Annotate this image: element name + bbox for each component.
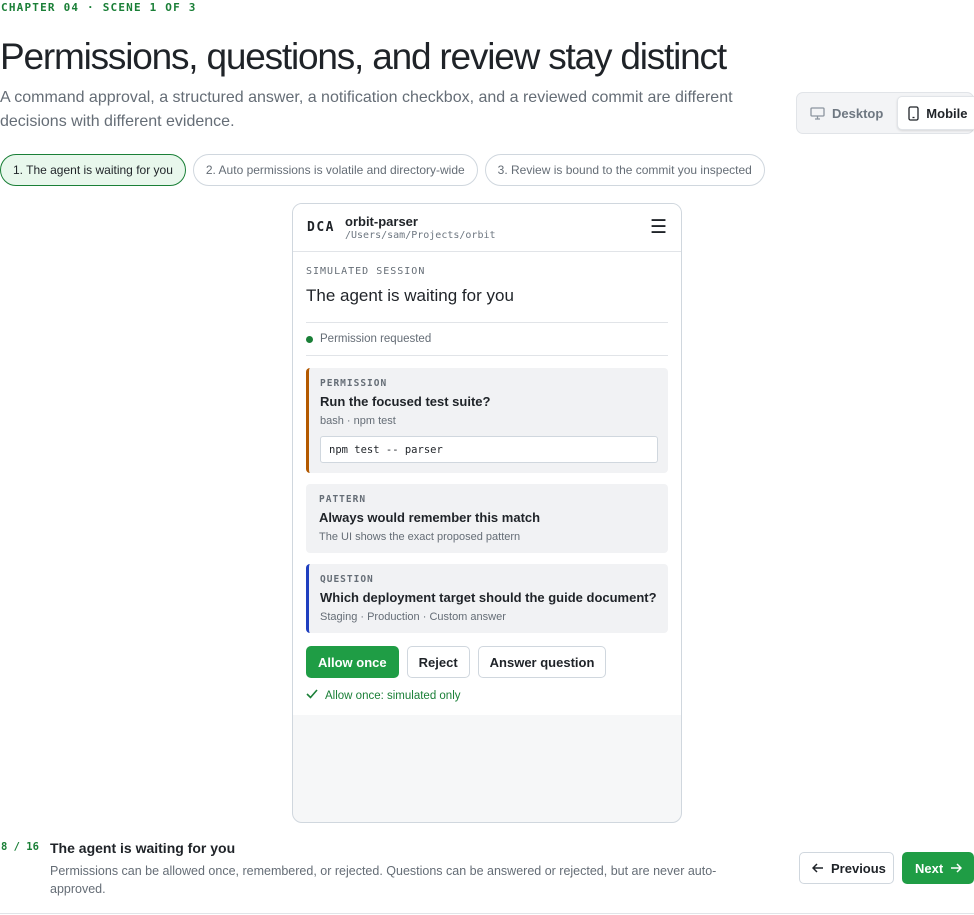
project-name: orbit-parser <box>345 214 418 229</box>
desktop-view-label: Desktop <box>832 105 884 121</box>
allow-once-button[interactable]: Allow once <box>306 646 399 678</box>
footer-title: The agent is waiting for you <box>50 840 236 856</box>
monitor-icon <box>810 106 825 120</box>
question-kicker: QUESTION <box>320 574 374 585</box>
footer-divider <box>0 913 974 914</box>
app-logo: DCA <box>307 220 335 235</box>
question-title: Which deployment target should the guide… <box>320 590 657 605</box>
question-meta: Staging · Production · Custom answer <box>320 611 506 623</box>
scene-tab-3[interactable]: 3. Review is bound to the commit you ins… <box>484 154 765 186</box>
view-toggle: Desktop Mobile <box>796 92 974 134</box>
mobile-view-button[interactable]: Mobile <box>897 96 974 130</box>
permission-meta: bash · npm test <box>320 415 396 427</box>
mobile-preview-frame: DCA orbit-parser /Users/sam/Projects/orb… <box>292 203 682 823</box>
step-counter: 8 / 16 <box>1 841 39 853</box>
project-path: /Users/sam/Projects/orbit <box>345 230 496 241</box>
session-label: SIMULATED SESSION <box>306 266 426 277</box>
status-text: Permission requested <box>320 333 432 345</box>
chapter-label: CHAPTER 04 · SCENE 1 OF 3 <box>1 1 197 14</box>
previous-button[interactable]: Previous <box>799 852 894 884</box>
pattern-card: PATTERN Always would remember this match… <box>306 484 668 553</box>
arrow-left-icon <box>811 861 824 876</box>
permission-title: Run the focused test suite? <box>320 394 491 409</box>
phone-header: DCA orbit-parser /Users/sam/Projects/orb… <box>293 204 681 252</box>
page-title: Permissions, questions, and review stay … <box>0 36 727 77</box>
permission-kicker: PERMISSION <box>320 378 388 389</box>
next-label: Next <box>915 860 944 876</box>
page-subtitle: A command approval, a structured answer,… <box>0 89 733 130</box>
project-info: orbit-parser /Users/sam/Projects/orbit <box>345 214 496 241</box>
mobile-view-label: Mobile <box>926 105 968 121</box>
session-panel: SIMULATED SESSION The agent is waiting f… <box>293 252 681 715</box>
footer-description: Permissions can be allowed once, remembe… <box>50 864 717 896</box>
previous-label: Previous <box>831 860 886 876</box>
scene-tab-2[interactable]: 2. Auto permissions is volatile and dire… <box>192 154 478 186</box>
arrow-right-icon <box>950 861 963 876</box>
status-dot-icon <box>306 335 313 343</box>
pattern-kicker: PATTERN <box>319 494 367 505</box>
confirmation-text: Allow once: simulated only <box>325 689 461 702</box>
confirmation-message: Allow once: simulated only <box>306 689 668 702</box>
status-row: Permission requested <box>306 323 668 356</box>
desktop-view-button[interactable]: Desktop <box>800 96 893 130</box>
scene-tabs: 1. The agent is waiting for you 2. Auto … <box>0 154 765 186</box>
scene-tab-1[interactable]: 1. The agent is waiting for you <box>0 154 186 186</box>
permission-card: PERMISSION Run the focused test suite? b… <box>306 368 668 473</box>
next-button[interactable]: Next <box>902 852 974 884</box>
phone-icon <box>908 105 919 121</box>
command-preview: npm test -- parser <box>320 436 658 463</box>
question-card: QUESTION Which deployment target should … <box>306 564 668 633</box>
answer-question-button[interactable]: Answer question <box>477 646 607 678</box>
pattern-meta: The UI shows the exact proposed pattern <box>319 531 521 543</box>
pattern-title: Always would remember this match <box>319 510 541 525</box>
session-title: The agent is waiting for you <box>306 286 668 323</box>
checkmark-icon <box>306 689 318 702</box>
decision-actions: Allow once Reject Answer question <box>306 646 668 678</box>
hamburger-menu-icon[interactable]: ☰ <box>650 218 667 237</box>
reject-button[interactable]: Reject <box>406 646 470 678</box>
